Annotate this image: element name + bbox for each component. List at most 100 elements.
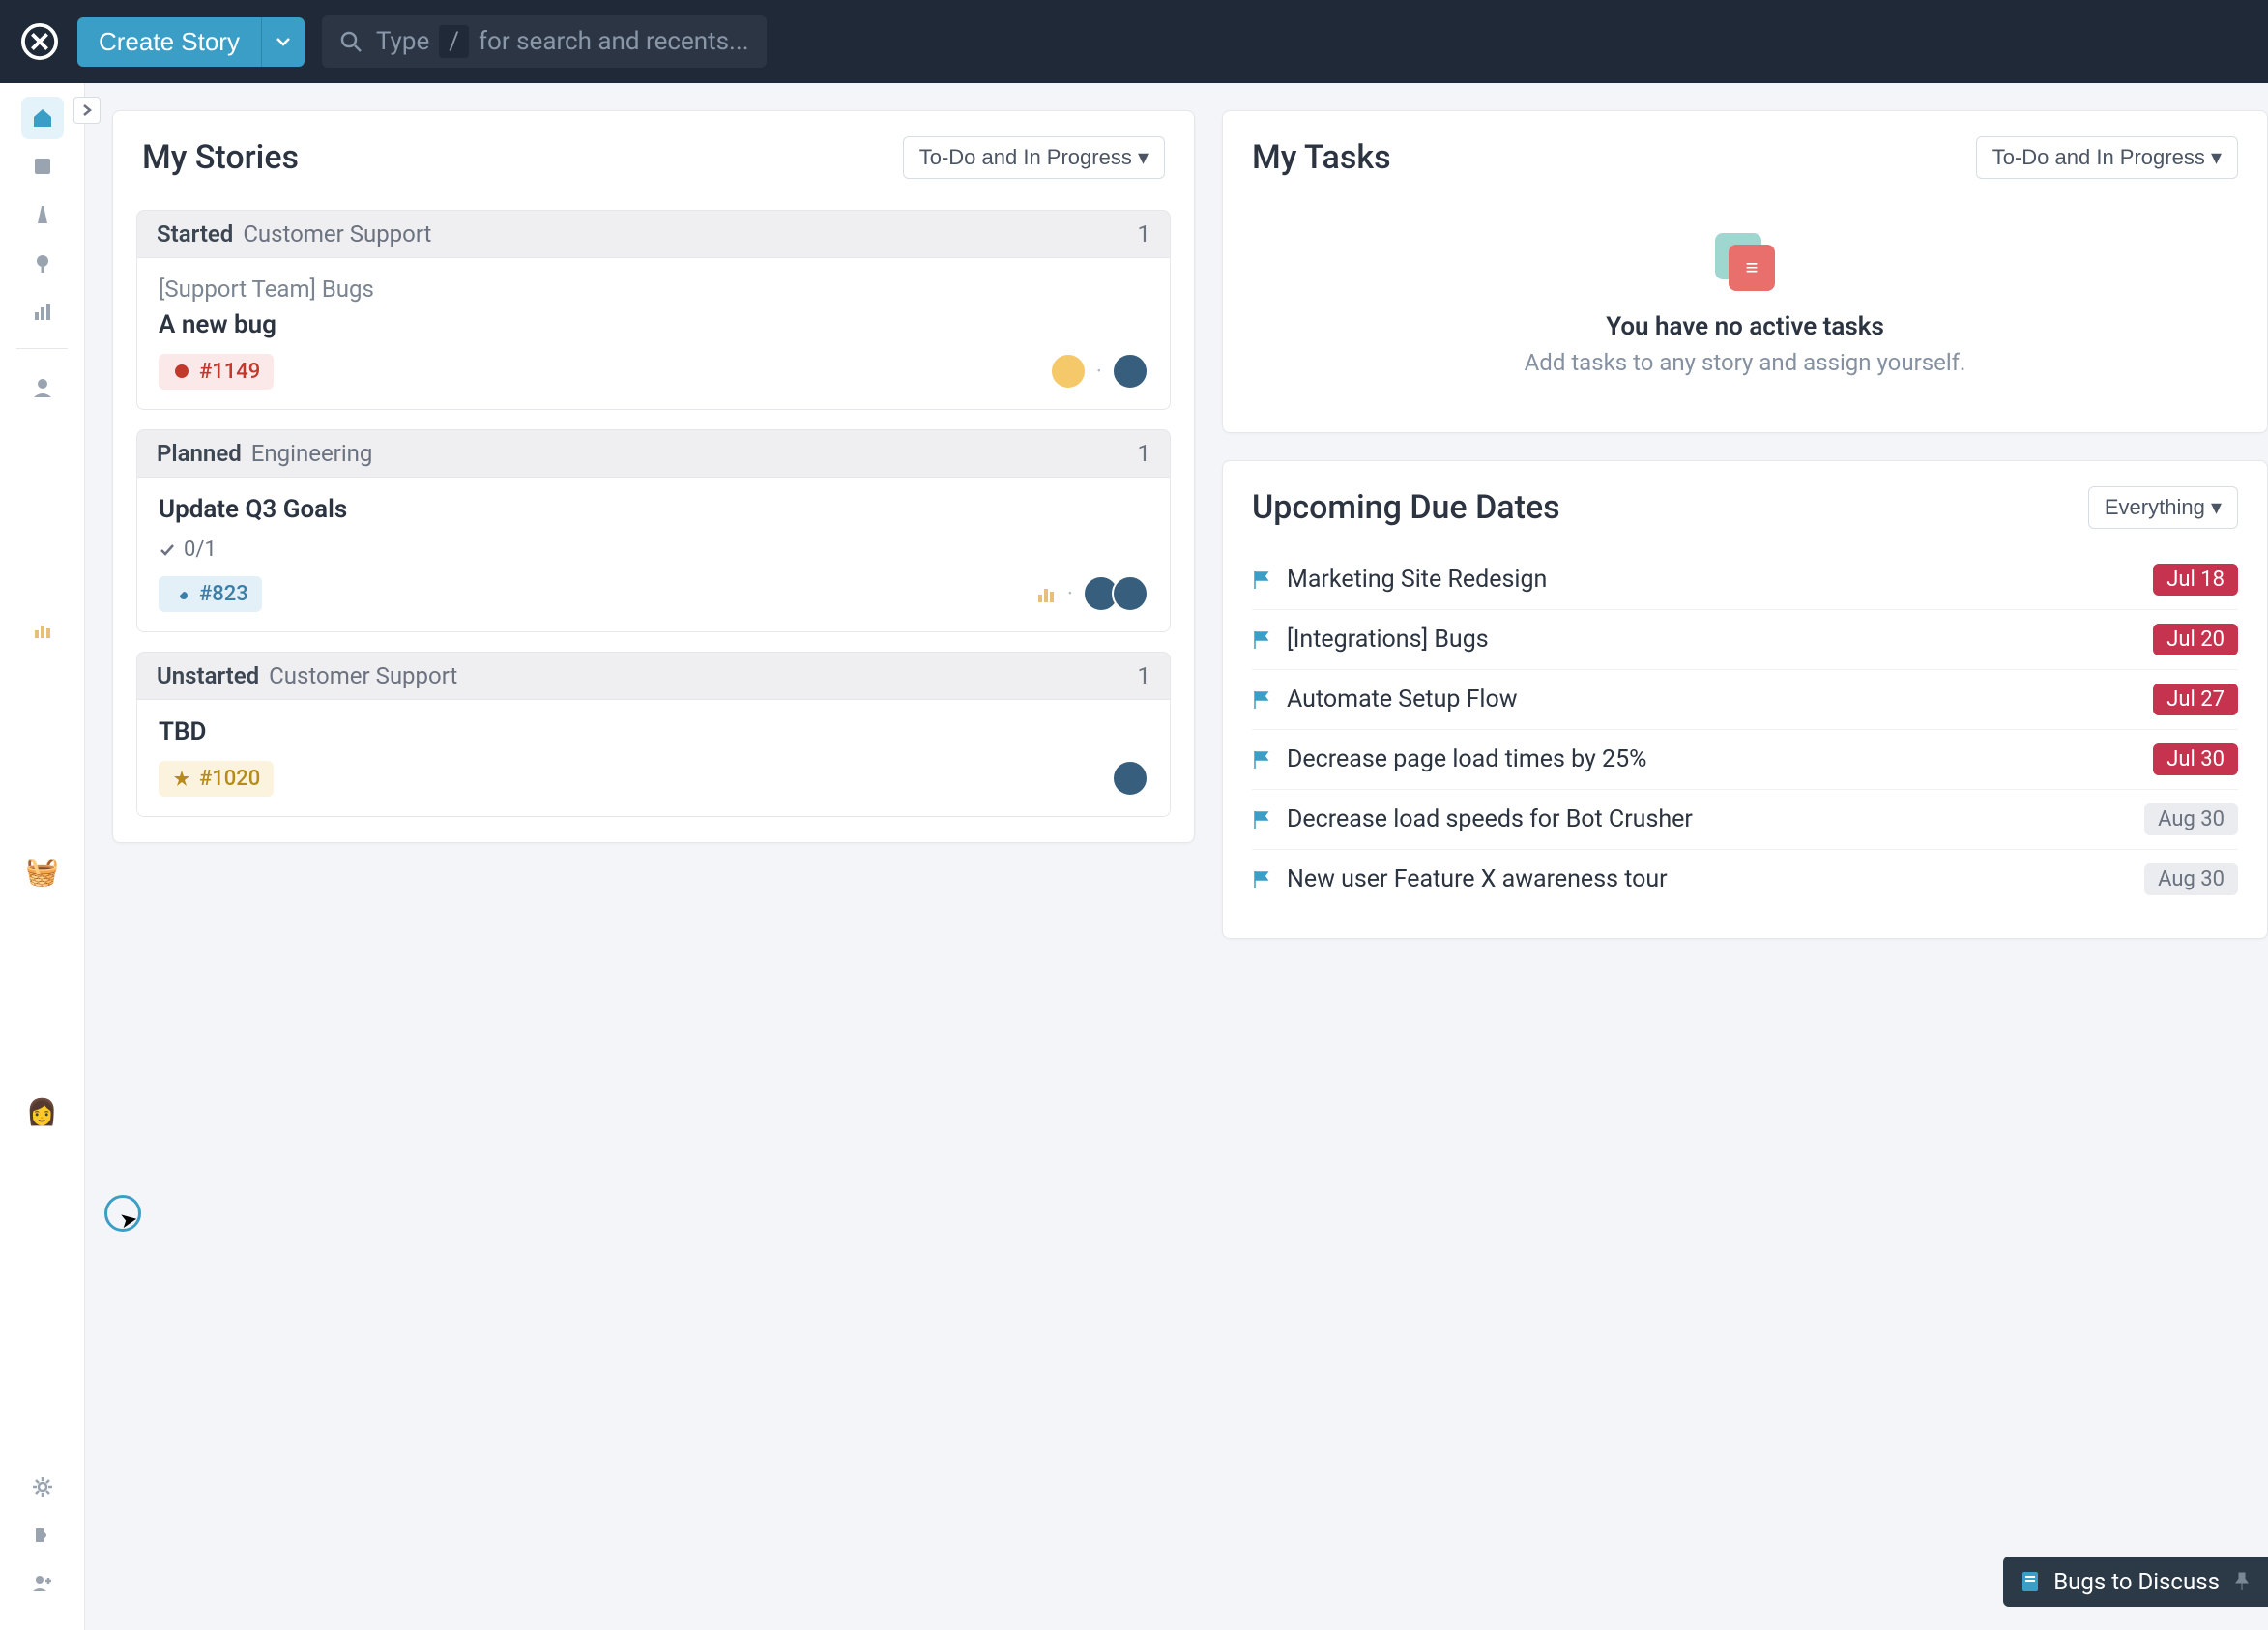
nav-home[interactable] <box>21 97 64 139</box>
nav-milestones[interactable] <box>21 242 64 284</box>
due-date-item[interactable]: New user Feature X awareness tour Aug 30 <box>1252 850 2238 909</box>
nav-team[interactable] <box>21 366 64 409</box>
bar-chart-icon <box>1036 583 1058 604</box>
story-card[interactable]: [Support Team] BugsA new bug #1149 · <box>136 258 1171 410</box>
due-item-name: New user Feature X awareness tour <box>1287 865 2129 893</box>
flag-icon <box>1252 689 1271 711</box>
due-date-item[interactable]: Marketing Site Redesign Jul 18 <box>1252 550 2238 610</box>
group-count: 1 <box>1138 662 1151 689</box>
main-content: My Stories To-Do and In Progress ▾ Start… <box>85 83 2268 1630</box>
group-status: Started <box>157 220 233 247</box>
nav-roadmap[interactable] <box>21 193 64 236</box>
flag-icon <box>1252 629 1271 651</box>
flag-icon <box>1252 809 1271 830</box>
create-story-group: Create Story <box>77 17 305 67</box>
avatar[interactable] <box>1112 575 1149 612</box>
due-date-item[interactable]: Decrease load speeds for Bot Crusher Aug… <box>1252 790 2238 850</box>
search-box[interactable]: Type / for search and recents... <box>322 15 767 68</box>
nav-reports[interactable] <box>21 290 64 333</box>
story-id-tag[interactable]: #823 <box>159 576 262 612</box>
my-tasks-filter[interactable]: To-Do and In Progress ▾ <box>1976 136 2238 179</box>
topbar: Create Story Type / for search and recen… <box>0 0 2268 83</box>
group-workspace: Customer Support <box>269 662 457 689</box>
card-avatars <box>1112 760 1149 797</box>
tasks-empty-state: ≡ You have no active tasks Add tasks to … <box>1223 190 2267 432</box>
document-icon <box>2021 1570 2040 1593</box>
chevron-down-icon: ▾ <box>2211 495 2222 519</box>
avatar[interactable] <box>1112 353 1149 390</box>
due-item-name: [Integrations] Bugs <box>1287 626 2137 654</box>
nav-chart-color[interactable] <box>21 608 64 651</box>
my-stories-filter[interactable]: To-Do and In Progress ▾ <box>903 136 1165 179</box>
due-dates-filter[interactable]: Everything ▾ <box>2088 486 2238 529</box>
due-item-name: Decrease page load times by 25% <box>1287 745 2137 773</box>
story-group: Started Customer Support 1[Support Team]… <box>136 210 1171 410</box>
puzzle-icon <box>31 1524 54 1547</box>
avatar[interactable] <box>1050 353 1087 390</box>
group-header[interactable]: Started Customer Support 1 <box>136 210 1171 258</box>
due-date-item[interactable]: Automate Setup Flow Jul 27 <box>1252 670 2238 730</box>
nav-invite[interactable] <box>21 1562 64 1605</box>
story-card[interactable]: Update Q3 Goals 0/1 #823 · <box>136 478 1171 632</box>
pin-icon <box>32 252 53 274</box>
due-date-item[interactable]: Decrease page load times by 25% Jul 30 <box>1252 730 2238 790</box>
nav-workspace[interactable]: 🧺 <box>21 850 64 892</box>
chart-icon <box>32 301 53 322</box>
wrench-icon <box>172 584 191 603</box>
avatar-icon: 👩 <box>26 1098 57 1127</box>
pushpin-icon <box>2233 1571 2251 1592</box>
due-date-badge: Aug 30 <box>2144 863 2238 895</box>
empty-tasks-icon: ≡ <box>1715 233 1775 293</box>
card-title: TBD <box>159 717 1149 746</box>
search-kbd: / <box>439 25 469 58</box>
story-group: Unstarted Customer Support 1TBD #1020 <box>136 652 1171 817</box>
user-plus-icon <box>31 1572 54 1595</box>
due-dates-panel: Upcoming Due Dates Everything ▾ Marketin… <box>1222 460 2268 939</box>
due-dates-title: Upcoming Due Dates <box>1252 488 1560 527</box>
due-date-item[interactable]: [Integrations] Bugs Jul 20 <box>1252 610 2238 670</box>
separator: · <box>1096 358 1102 385</box>
nav-user-avatar[interactable]: 👩 <box>21 1092 64 1134</box>
home-icon <box>31 106 54 130</box>
chevron-down-icon: ▾ <box>1138 145 1149 169</box>
chevron-right-icon <box>81 103 93 117</box>
pinned-doc[interactable]: Bugs to Discuss <box>2003 1557 2268 1607</box>
book-icon <box>32 156 53 177</box>
search-hint: Type / for search and recents... <box>376 25 749 58</box>
bar-chart-icon <box>32 619 53 640</box>
create-story-dropdown[interactable] <box>261 17 305 67</box>
group-status: Planned <box>157 440 242 467</box>
story-id-tag[interactable]: #1149 <box>159 354 274 390</box>
star-icon <box>172 769 191 788</box>
my-stories-title: My Stories <box>142 138 299 177</box>
group-header[interactable]: Unstarted Customer Support 1 <box>136 652 1171 700</box>
check-icon <box>159 541 176 559</box>
nav-settings[interactable] <box>21 1466 64 1508</box>
story-card[interactable]: TBD #1020 <box>136 700 1171 817</box>
avatar[interactable] <box>1112 760 1149 797</box>
card-avatars: · <box>1050 353 1149 390</box>
gear-icon <box>31 1475 54 1499</box>
group-header[interactable]: Planned Engineering 1 <box>136 429 1171 478</box>
flag-icon <box>1252 869 1271 890</box>
nav-stories[interactable] <box>21 145 64 188</box>
empty-subtitle: Add tasks to any story and assign yourse… <box>1525 349 1966 376</box>
due-item-name: Marketing Site Redesign <box>1287 566 2137 594</box>
my-tasks-title: My Tasks <box>1252 138 1391 177</box>
nav-integrations[interactable] <box>21 1514 64 1557</box>
road-icon <box>32 204 53 225</box>
sidebar-expand-toggle[interactable] <box>73 97 101 124</box>
my-stories-panel: My Stories To-Do and In Progress ▾ Start… <box>112 110 1195 843</box>
due-date-badge: Jul 27 <box>2153 684 2238 715</box>
card-subtitle: [Support Team] Bugs <box>159 276 1149 303</box>
story-id-tag[interactable]: #1020 <box>159 761 274 797</box>
group-workspace: Engineering <box>251 440 373 467</box>
pinned-doc-label: Bugs to Discuss <box>2053 1568 2220 1595</box>
due-date-badge: Jul 30 <box>2153 743 2238 775</box>
subtasks: 0/1 <box>159 538 217 562</box>
flag-icon <box>1252 749 1271 771</box>
app-logo[interactable] <box>19 21 60 62</box>
create-story-button[interactable]: Create Story <box>77 17 261 67</box>
logo-icon <box>21 23 58 60</box>
card-avatars: · <box>1036 575 1149 612</box>
